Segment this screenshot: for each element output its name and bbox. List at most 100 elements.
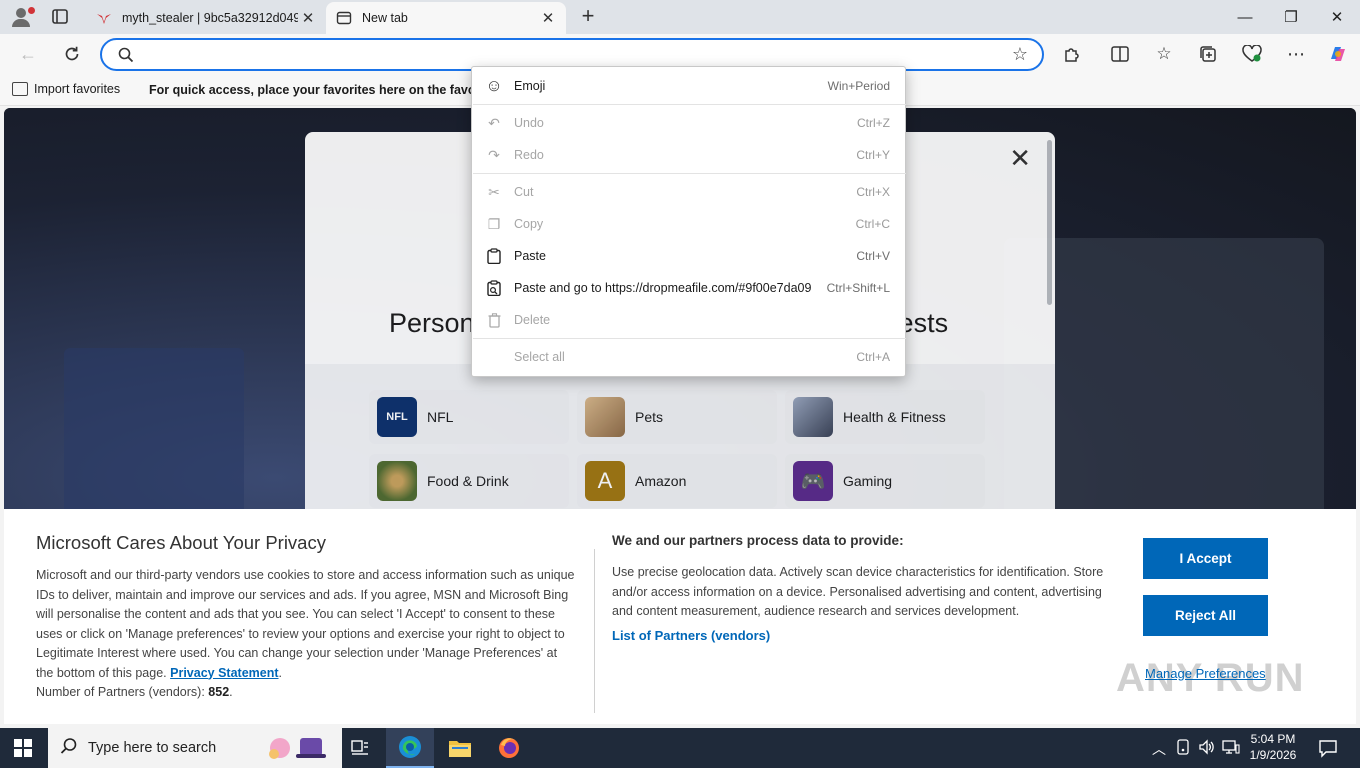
menu-item-select-all[interactable]: Select all Ctrl+A <box>472 342 905 372</box>
extensions-icon[interactable] <box>1060 42 1084 66</box>
task-view-icon[interactable] <box>336 728 384 768</box>
menu-item-shortcut: Ctrl+Z <box>857 116 890 130</box>
newtab-favicon-icon <box>336 11 352 25</box>
amazon-letter-icon: A <box>585 461 625 501</box>
interest-label: Food & Drink <box>427 473 509 489</box>
menu-item-shortcut: Ctrl+A <box>856 350 890 364</box>
tab-actions-icon[interactable] <box>48 6 72 28</box>
purposes-text: Use precise geolocation data. Actively s… <box>612 565 1104 618</box>
menu-item-redo[interactable]: ↷ Redo Ctrl+Y <box>472 140 905 170</box>
interest-nfl[interactable]: NFL NFL <box>369 390 569 444</box>
tab-close-icon[interactable]: ✕ <box>298 9 318 27</box>
tab-bar: myth_stealer | 9bc5a32912d0490a ✕ New ta… <box>0 0 1360 34</box>
more-options-icon[interactable]: ⋯ <box>1284 42 1308 66</box>
privacy-consent-banner: Microsoft Cares About Your Privacy Micro… <box>4 509 1356 724</box>
partners-count: 852 <box>208 685 230 699</box>
taskbar-search-box[interactable]: Type here to search <box>48 728 342 768</box>
menu-item-label: Copy <box>514 217 544 231</box>
menu-item-cut[interactable]: ✂ Cut Ctrl+X <box>472 177 905 207</box>
tab-close-icon[interactable]: ✕ <box>538 9 558 27</box>
paste-icon <box>486 248 502 264</box>
import-favorites-button[interactable]: Import favorites <box>12 82 120 96</box>
divider <box>594 549 595 713</box>
interest-food-drink[interactable]: Food & Drink <box>369 454 569 508</box>
menu-item-shortcut: Win+Period <box>827 79 890 93</box>
privacy-title: Microsoft Cares About Your Privacy <box>36 532 326 553</box>
undo-icon: ↶ <box>488 114 500 131</box>
dialog-scrollbar[interactable] <box>1047 140 1052 305</box>
copy-icon: ❐ <box>487 215 501 232</box>
import-favorites-label: Import favorites <box>34 82 121 96</box>
gaming-icon: 🎮 <box>793 461 833 501</box>
interest-label: Health & Fitness <box>843 409 946 425</box>
back-arrow-icon[interactable]: ← <box>16 42 40 66</box>
browser-essentials-icon[interactable] <box>1240 42 1264 66</box>
favorites-icon[interactable]: ☆ <box>1152 42 1176 66</box>
partners-list-link[interactable]: List of Partners (vendors) <box>612 628 770 643</box>
copilot-icon[interactable] <box>1326 42 1350 66</box>
windows-start-icon[interactable] <box>14 739 32 757</box>
menu-item-paste[interactable]: Paste Ctrl+V <box>472 241 905 271</box>
collections-icon[interactable] <box>1196 42 1220 66</box>
menu-item-paste-and-go[interactable]: Paste and go to https://dropmeafile.com/… <box>472 273 905 303</box>
menu-item-copy[interactable]: ❐ Copy Ctrl+C <box>472 209 905 239</box>
search-icon <box>118 47 134 63</box>
menu-item-label: Select all <box>514 350 565 364</box>
add-favorite-star-icon[interactable]: ☆ <box>1012 44 1028 65</box>
notification-center-icon[interactable] <box>1318 738 1338 758</box>
anyrun-favicon-icon <box>97 14 111 24</box>
menu-item-delete[interactable]: Delete <box>472 305 905 335</box>
select-all-icon-placeholder <box>486 349 502 365</box>
split-screen-icon[interactable] <box>1108 42 1132 66</box>
interest-label: Amazon <box>635 473 687 489</box>
windows-taskbar: Type here to search ︿ 5:04 PM 1/9/2026 <box>0 728 1360 768</box>
maximize-button[interactable]: ❐ <box>1268 0 1314 34</box>
volume-icon[interactable] <box>1198 739 1216 758</box>
clock-time: 5:04 PM <box>1250 732 1296 746</box>
network-icon[interactable] <box>1222 739 1240 758</box>
pets-photo-icon <box>585 397 625 437</box>
nfl-logo-icon: NFL <box>377 397 417 437</box>
interest-amazon[interactable]: A Amazon <box>577 454 777 508</box>
privacy-body: Microsoft and our third-party vendors us… <box>36 568 575 699</box>
minimize-button[interactable]: — <box>1222 0 1268 34</box>
search-icon <box>60 737 78 760</box>
interest-gaming[interactable]: 🎮 Gaming <box>785 454 985 508</box>
tray-overflow-chevron-icon[interactable]: ︿ <box>1152 739 1166 759</box>
menu-separator <box>473 338 906 339</box>
dialog-close-icon[interactable]: ✕ <box>1009 145 1031 171</box>
emoji-icon: ☺ <box>485 76 503 95</box>
cut-icon: ✂ <box>488 183 500 200</box>
menu-item-undo[interactable]: ↶ Undo Ctrl+Z <box>472 108 905 138</box>
menu-item-shortcut: Ctrl+Y <box>856 148 890 162</box>
manage-preferences-link[interactable]: Manage Preferences <box>1145 666 1266 681</box>
tab-new-tab[interactable]: New tab ✕ <box>326 2 566 34</box>
taskbar-clock[interactable]: 5:04 PM 1/9/2026 <box>1242 731 1304 763</box>
new-tab-button[interactable]: + <box>577 5 599 27</box>
edge-taskbar-icon[interactable] <box>386 728 434 768</box>
privacy-body-text: Microsoft and our third-party vendors us… <box>36 568 575 680</box>
interest-pets[interactable]: Pets <box>577 390 777 444</box>
partners-count-label: Number of Partners (vendors): <box>36 685 205 699</box>
close-window-button[interactable]: ✕ <box>1314 0 1360 34</box>
purposes-title: We and our partners process data to prov… <box>612 533 904 548</box>
refresh-icon[interactable] <box>60 42 84 66</box>
taskbar-search-placeholder: Type here to search <box>88 740 217 756</box>
fitness-photo-icon <box>793 397 833 437</box>
menu-item-shortcut: Ctrl+X <box>856 185 890 199</box>
profile-avatar-icon[interactable] <box>8 4 36 30</box>
reject-all-button[interactable]: Reject All <box>1143 595 1268 636</box>
privacy-statement-link[interactable]: Privacy Statement <box>170 666 278 680</box>
accept-button[interactable]: I Accept <box>1143 538 1268 579</box>
file-explorer-icon[interactable] <box>436 728 484 768</box>
address-input[interactable] <box>146 44 996 66</box>
delete-icon <box>486 312 502 328</box>
tab-myth-stealer[interactable]: myth_stealer | 9bc5a32912d0490a ✕ <box>86 2 326 34</box>
menu-item-label: Delete <box>514 313 551 327</box>
interest-label: NFL <box>427 409 454 425</box>
import-icon <box>12 82 28 96</box>
interest-health-fitness[interactable]: Health & Fitness <box>785 390 985 444</box>
tray-device-icon[interactable] <box>1176 739 1190 758</box>
menu-item-emoji[interactable]: ☺ Emoji Win+Period <box>472 71 905 101</box>
firefox-icon[interactable] <box>485 728 533 768</box>
